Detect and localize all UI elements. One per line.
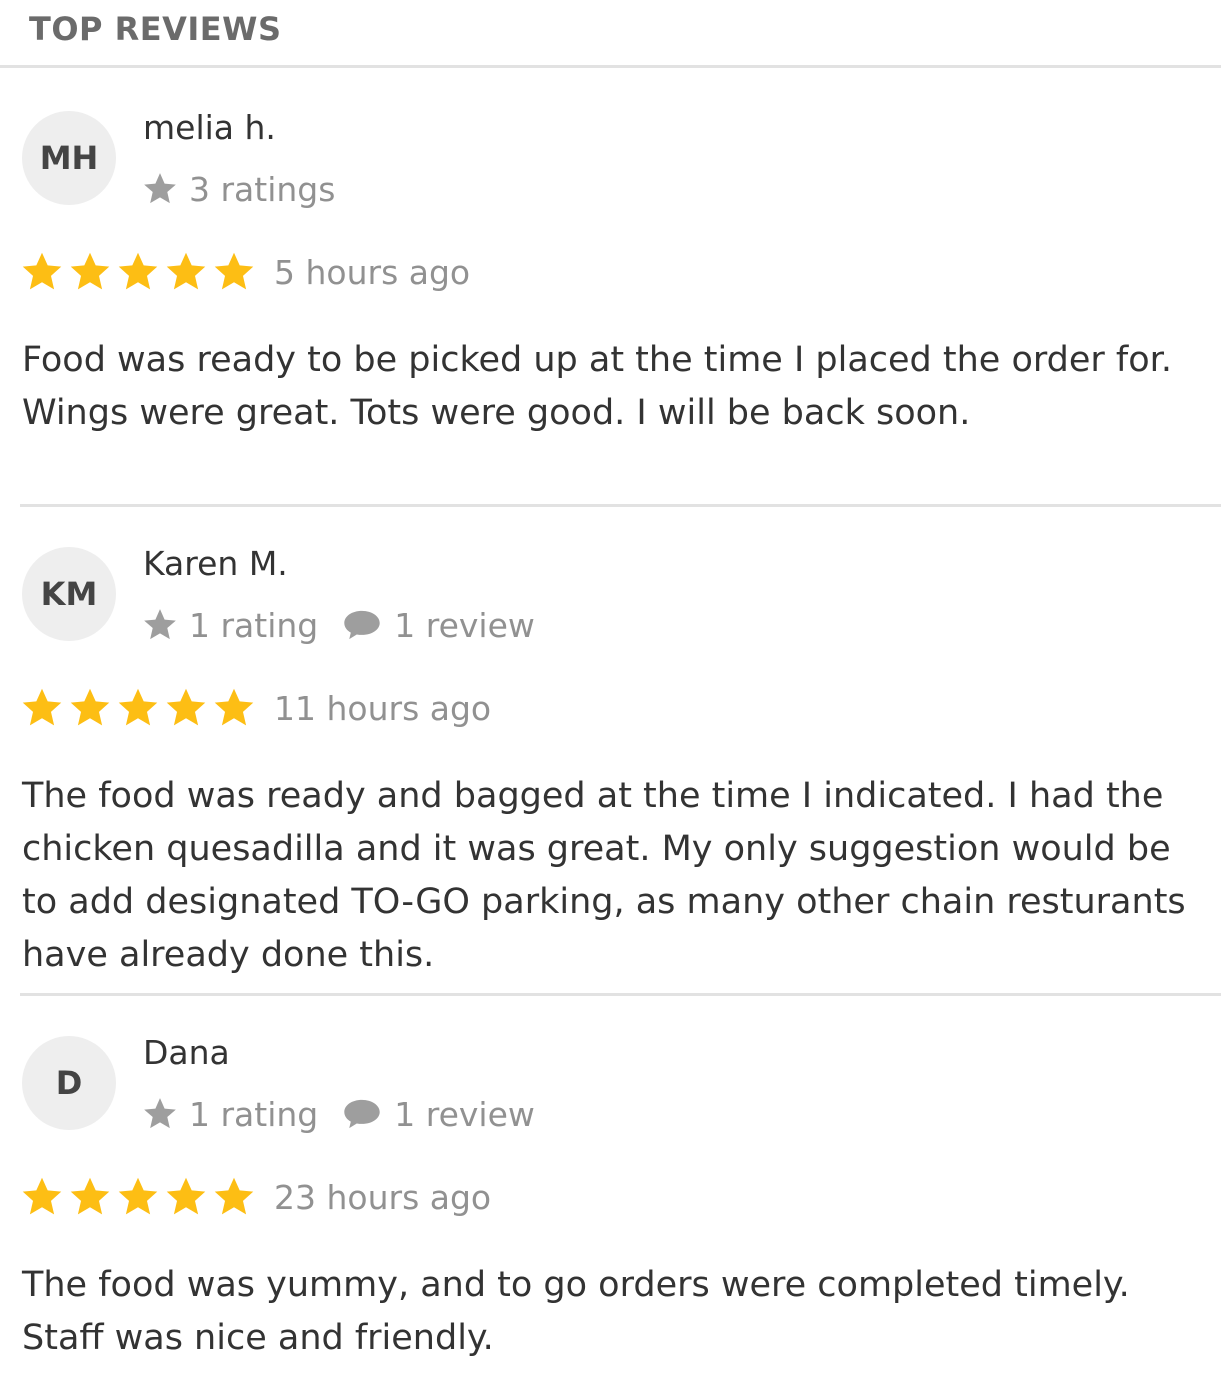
reviewer-name[interactable]: Karen M. bbox=[143, 544, 288, 583]
star-icon bbox=[70, 1177, 110, 1215]
reviewer-meta: 1 rating 1 review bbox=[141, 1094, 535, 1134]
star-icon bbox=[22, 688, 62, 726]
review-stars: 11 hours ago bbox=[20, 686, 491, 730]
review-count: 1 review bbox=[394, 605, 535, 645]
star-icon bbox=[70, 688, 110, 726]
reviews-section-header: TOP REVIEWS bbox=[0, 0, 1221, 68]
star-icon bbox=[118, 252, 158, 290]
ratings-count: 1 rating bbox=[189, 1094, 319, 1134]
star-icon bbox=[214, 1177, 254, 1215]
avatar[interactable]: D bbox=[22, 1036, 116, 1130]
star-icon bbox=[22, 1177, 62, 1215]
star-icon bbox=[166, 688, 206, 726]
star-icon bbox=[144, 1098, 176, 1129]
reviewer-meta: 1 rating 1 review bbox=[141, 605, 535, 645]
reviewer-meta: 3 ratings bbox=[141, 169, 335, 209]
star-icon bbox=[118, 688, 158, 726]
ratings-count: 1 rating bbox=[189, 605, 319, 645]
star-icon bbox=[22, 252, 62, 290]
review-divider bbox=[20, 993, 1221, 996]
avatar[interactable]: MH bbox=[22, 111, 116, 205]
review-count: 1 review bbox=[394, 1094, 535, 1134]
star-icon bbox=[144, 609, 176, 640]
review-time: 5 hours ago bbox=[274, 252, 471, 292]
speech-bubble-icon bbox=[344, 1099, 380, 1129]
star-icon bbox=[70, 252, 110, 290]
star-icon bbox=[214, 688, 254, 726]
star-icon bbox=[166, 252, 206, 290]
review-divider bbox=[20, 504, 1221, 507]
avatar[interactable]: KM bbox=[22, 547, 116, 641]
review-text: The food was ready and bagged at the tim… bbox=[22, 776, 1186, 975]
review-time: 11 hours ago bbox=[274, 688, 492, 728]
section-title: TOP REVIEWS bbox=[29, 10, 282, 48]
review-time: 23 hours ago bbox=[274, 1177, 492, 1217]
review-text: The food was yummy, and to go orders wer… bbox=[22, 1265, 1130, 1358]
star-icon bbox=[144, 173, 176, 204]
speech-bubble-icon bbox=[344, 610, 380, 640]
star-icon bbox=[118, 1177, 158, 1215]
ratings-count: 3 ratings bbox=[189, 169, 336, 209]
star-icon bbox=[214, 252, 254, 290]
star-icon bbox=[166, 1177, 206, 1215]
reviewer-name[interactable]: Dana bbox=[143, 1033, 230, 1072]
review-text: Food was ready to be picked up at the ti… bbox=[22, 340, 1172, 433]
review-stars: 5 hours ago bbox=[20, 250, 470, 294]
reviewer-name[interactable]: melia h. bbox=[143, 108, 276, 147]
review-stars: 23 hours ago bbox=[20, 1175, 491, 1219]
